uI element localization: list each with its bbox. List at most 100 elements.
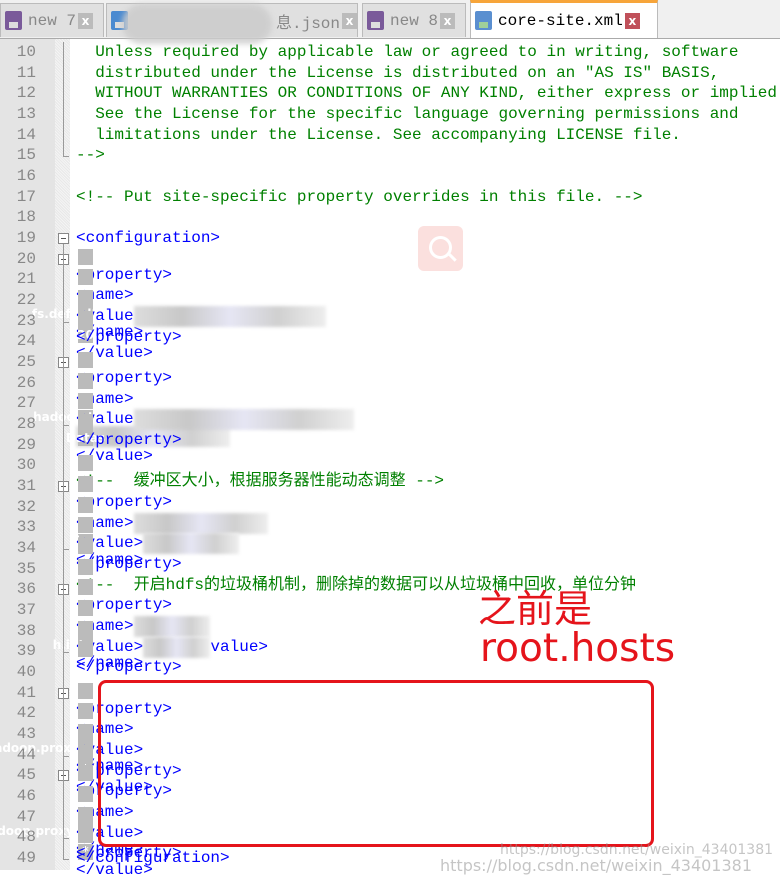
line-number: 18 bbox=[16, 208, 36, 227]
line-text: See the License for the specific languag… bbox=[76, 104, 739, 125]
code-line[interactable]: 13 See the License for the specific lang… bbox=[0, 104, 780, 125]
tab-new-8[interactable]: new 8 x bbox=[362, 3, 466, 37]
floppy-disk-icon bbox=[367, 11, 384, 30]
xml-text bbox=[78, 476, 93, 493]
code-line[interactable]: 37 <name>h.interval</name> bbox=[0, 600, 780, 672]
line-text: --> bbox=[76, 145, 105, 166]
fold-line bbox=[63, 243, 64, 860]
line-text: <configuration> bbox=[76, 228, 220, 249]
code-line[interactable]: 28 </property> bbox=[0, 414, 780, 449]
code-line[interactable]: 25 <property> bbox=[0, 352, 780, 387]
code-line[interactable]: 21 <name>fs.default.name</name> bbox=[0, 269, 780, 341]
line-number: 31 bbox=[16, 477, 36, 496]
xml-comment: Unless required by applicable law or agr… bbox=[76, 43, 739, 61]
line-number: 10 bbox=[16, 43, 36, 61]
tab-label: new 7 bbox=[28, 11, 77, 30]
line-number: 21 bbox=[16, 270, 36, 289]
close-icon[interactable]: x bbox=[342, 12, 357, 29]
floppy-disk-icon bbox=[5, 11, 22, 30]
floppy-disk-icon bbox=[475, 11, 492, 30]
xml-text bbox=[78, 724, 93, 741]
code-line[interactable]: 14 limitations under the License. See ac… bbox=[0, 125, 780, 146]
code-line[interactable]: 32 <name>ize</name> bbox=[0, 496, 780, 569]
line-text: WITHOUT WARRANTIES OR CONDITIONS OF ANY … bbox=[76, 83, 780, 104]
xml-text bbox=[78, 786, 93, 803]
code-line[interactable]: 19 <configuration> bbox=[0, 228, 780, 249]
fold-toggle-icon[interactable] bbox=[58, 233, 69, 245]
line-text: limitations under the License. See accom… bbox=[76, 125, 681, 146]
xml-text bbox=[78, 517, 93, 534]
watermark: https://blog.csdn.net/weixin_43401381 bbox=[440, 856, 753, 875]
line-number: 43 bbox=[16, 725, 36, 744]
code-line[interactable]: 23 </property> bbox=[0, 310, 780, 346]
code-line[interactable]: 10 Unless required by applicable law or … bbox=[0, 42, 780, 63]
search-icon[interactable] bbox=[418, 226, 463, 271]
line-number: 33 bbox=[16, 518, 36, 537]
close-icon[interactable]: x bbox=[624, 12, 640, 29]
code-line[interactable]: 31 <property> bbox=[0, 476, 780, 511]
code-line[interactable]: 18 bbox=[0, 207, 780, 228]
line-number: 24 bbox=[16, 332, 36, 351]
xml-comment: limitations under the License. See accom… bbox=[76, 125, 681, 144]
line-number: 39 bbox=[16, 642, 36, 661]
tab-new-7[interactable]: new 7 x bbox=[0, 3, 104, 37]
code-line[interactable]: 20 <property> bbox=[0, 248, 780, 284]
code-line[interactable]: 35 <!-- 开启hdfs的垃圾桶机制，删除掉的数据可以从垃圾桶中回收，单位分… bbox=[0, 558, 780, 594]
xml-tag: </configuration> bbox=[76, 849, 230, 868]
code-line[interactable]: 34 </property> bbox=[0, 538, 780, 573]
line-number: 44 bbox=[16, 745, 36, 764]
line-number: 11 bbox=[16, 63, 36, 82]
code-line[interactable]: 30 <!-- 缓冲区大小，根据服务器性能动态调整 --> bbox=[0, 455, 780, 490]
line-number: 28 bbox=[16, 415, 36, 434]
tab-label: new 8 bbox=[390, 11, 439, 30]
tab-label: 息.json bbox=[275, 14, 340, 33]
xml-text bbox=[78, 558, 93, 575]
code-line[interactable]: 22 <value 20 </value> bbox=[0, 290, 780, 362]
xml-text bbox=[78, 806, 93, 823]
code-line[interactable]: 24 bbox=[0, 331, 780, 352]
line-number: 19 bbox=[16, 229, 36, 248]
xml-comment: --> bbox=[76, 146, 105, 165]
line-number: 20 bbox=[16, 249, 36, 268]
close-icon[interactable]: x bbox=[440, 12, 456, 29]
line-text: Unless required by applicable law or agr… bbox=[76, 42, 739, 63]
xml-text bbox=[78, 538, 93, 555]
code-line[interactable]: 26 <name>hadoop.tmp.dir bbox=[0, 372, 780, 447]
xml-comment: See the License for the specific languag… bbox=[76, 105, 739, 123]
code-line[interactable]: 11 distributed under the License is dist… bbox=[0, 63, 780, 84]
tab-core-site-xml[interactable]: core-site.xml x bbox=[470, 0, 658, 38]
line-number: 27 bbox=[16, 394, 36, 413]
code-line[interactable]: 15 --> bbox=[0, 145, 780, 166]
xml-text bbox=[78, 703, 93, 720]
code-line[interactable]: 29 bbox=[0, 435, 780, 456]
xml-text bbox=[78, 269, 93, 286]
line-text: </configuration> bbox=[76, 848, 230, 869]
xml-text bbox=[78, 744, 93, 761]
redaction-blur bbox=[122, 4, 272, 44]
line-number: 14 bbox=[16, 125, 36, 144]
code-line[interactable]: 36 <property> bbox=[0, 579, 780, 614]
code-line[interactable]: 12 WITHOUT WARRANTIES OR CONDITIONS OF A… bbox=[0, 83, 780, 104]
line-number: 22 bbox=[16, 291, 36, 310]
annotation-line1: 之前是 bbox=[478, 587, 593, 631]
line-number: 38 bbox=[16, 621, 36, 640]
code-line[interactable]: 17 <!-- Put site-specific property overri… bbox=[0, 187, 780, 208]
line-number: 36 bbox=[16, 580, 36, 599]
xml-text bbox=[78, 372, 93, 389]
code-line[interactable]: 27 <value Datas </value> bbox=[0, 393, 780, 465]
xml-text bbox=[78, 496, 93, 513]
xml-comment: distributed under the License is distrib… bbox=[76, 63, 720, 82]
line-number: 34 bbox=[16, 539, 36, 558]
xml-tag: <configuration> bbox=[76, 229, 221, 248]
line-number: 29 bbox=[16, 435, 36, 454]
line-number: 37 bbox=[16, 601, 36, 620]
close-icon[interactable]: x bbox=[78, 12, 94, 29]
xml-text bbox=[78, 641, 93, 658]
annotation-line2: root.hosts bbox=[480, 626, 676, 671]
code-line[interactable]: 33 <value> bbox=[0, 517, 780, 555]
xml-text bbox=[78, 248, 93, 265]
line-number: 41 bbox=[16, 683, 36, 702]
code-line[interactable]: 16 bbox=[0, 166, 780, 187]
xml-text bbox=[78, 579, 93, 596]
line-number: 25 bbox=[16, 353, 36, 372]
